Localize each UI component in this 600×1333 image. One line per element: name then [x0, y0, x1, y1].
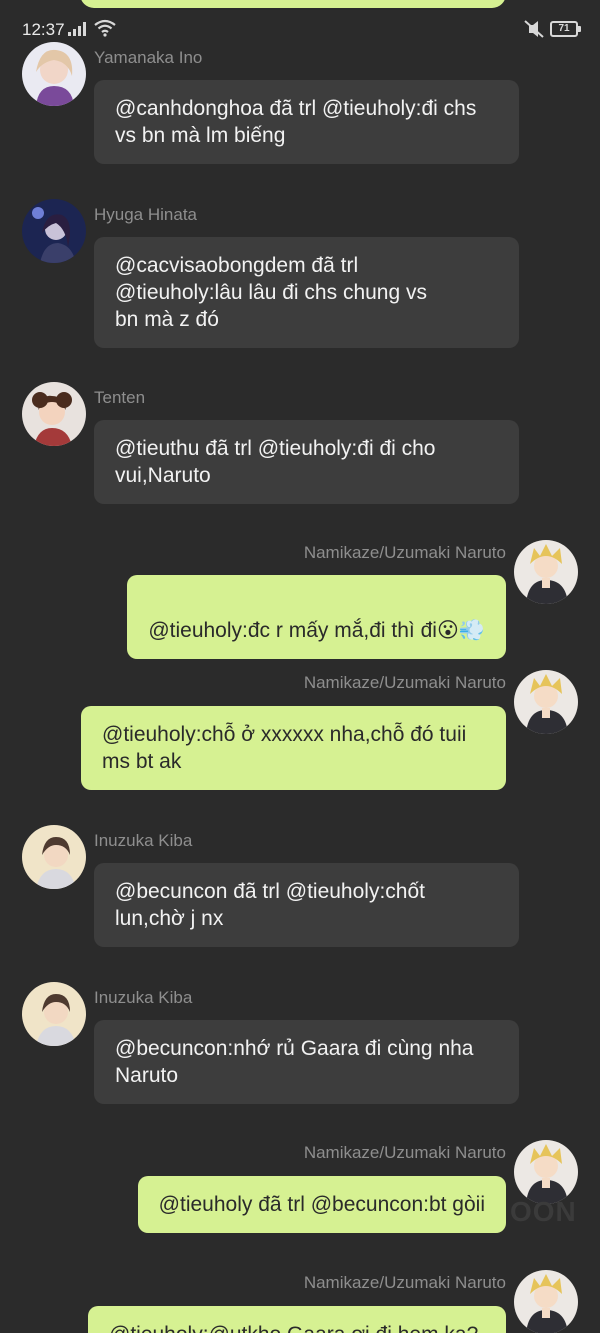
watermark: OON: [510, 1196, 577, 1227]
signal-icon: [68, 22, 86, 36]
sender-name: Tenten: [94, 388, 146, 407]
avatar[interactable]: [22, 199, 86, 263]
message-bubble[interactable]: @canhdonghoa đã trl @tieuholy:đi chs vs …: [94, 80, 519, 164]
message-bubble[interactable]: @becuncon đã trl @tieuholy:chốt lun,chờ …: [94, 863, 519, 947]
avatar[interactable]: [514, 1270, 578, 1333]
sender-name: Namikaze/Uzumaki Naruto: [303, 543, 506, 562]
avatar[interactable]: [514, 540, 578, 604]
wifi-icon: [94, 19, 116, 37]
message-text: @tieuholy:đc r mấy mắ,đi thì đi: [148, 619, 437, 642]
sender-name: Hyuga Hinata: [94, 205, 198, 224]
status-time: 12:37: [22, 20, 65, 39]
status-bar: 12:37 71: [0, 0, 600, 58]
avatar[interactable]: [22, 825, 86, 889]
message-bubble[interactable]: @tieuholy:đc r mấy mắ,đi thì đi😮💨: [127, 575, 506, 659]
message-bubble[interactable]: @becuncon:nhớ rủ Gaara đi cùng nha Narut…: [94, 1020, 519, 1104]
message-bubble[interactable]: @tieuholy:@utkho Gaara ơi đi hem ka?: [88, 1306, 506, 1333]
sender-name: Namikaze/Uzumaki Naruto: [303, 1143, 506, 1162]
avatar[interactable]: [22, 382, 86, 446]
avatar[interactable]: [22, 982, 86, 1046]
sender-name: Namikaze/Uzumaki Naruto: [303, 1273, 506, 1292]
mute-icon: [524, 20, 544, 38]
sender-name: Inuzuka Kiba: [94, 831, 193, 850]
message-bubble[interactable]: @tieuholy:chỗ ở xxxxxx nha,chỗ đó tuii m…: [81, 706, 506, 790]
avatar[interactable]: [514, 670, 578, 734]
sender-name: Inuzuka Kiba: [94, 988, 193, 1007]
surprised-face-emoji: 😮: [436, 619, 459, 642]
dash-emoji: 💨: [458, 619, 485, 642]
avatar[interactable]: [514, 1140, 578, 1204]
battery-icon: 71: [550, 21, 581, 37]
message-bubble[interactable]: @cacvisaobongdem đã trl @tieuholy:lâu lâ…: [94, 237, 519, 348]
message-bubble[interactable]: @tieuthu đã trl @tieuholy:đi đi cho vui,…: [94, 420, 519, 504]
message-bubble[interactable]: @tieuholy đã trl @becuncon:bt gòii: [137, 1176, 506, 1233]
sender-name: Namikaze/Uzumaki Naruto: [303, 673, 506, 692]
